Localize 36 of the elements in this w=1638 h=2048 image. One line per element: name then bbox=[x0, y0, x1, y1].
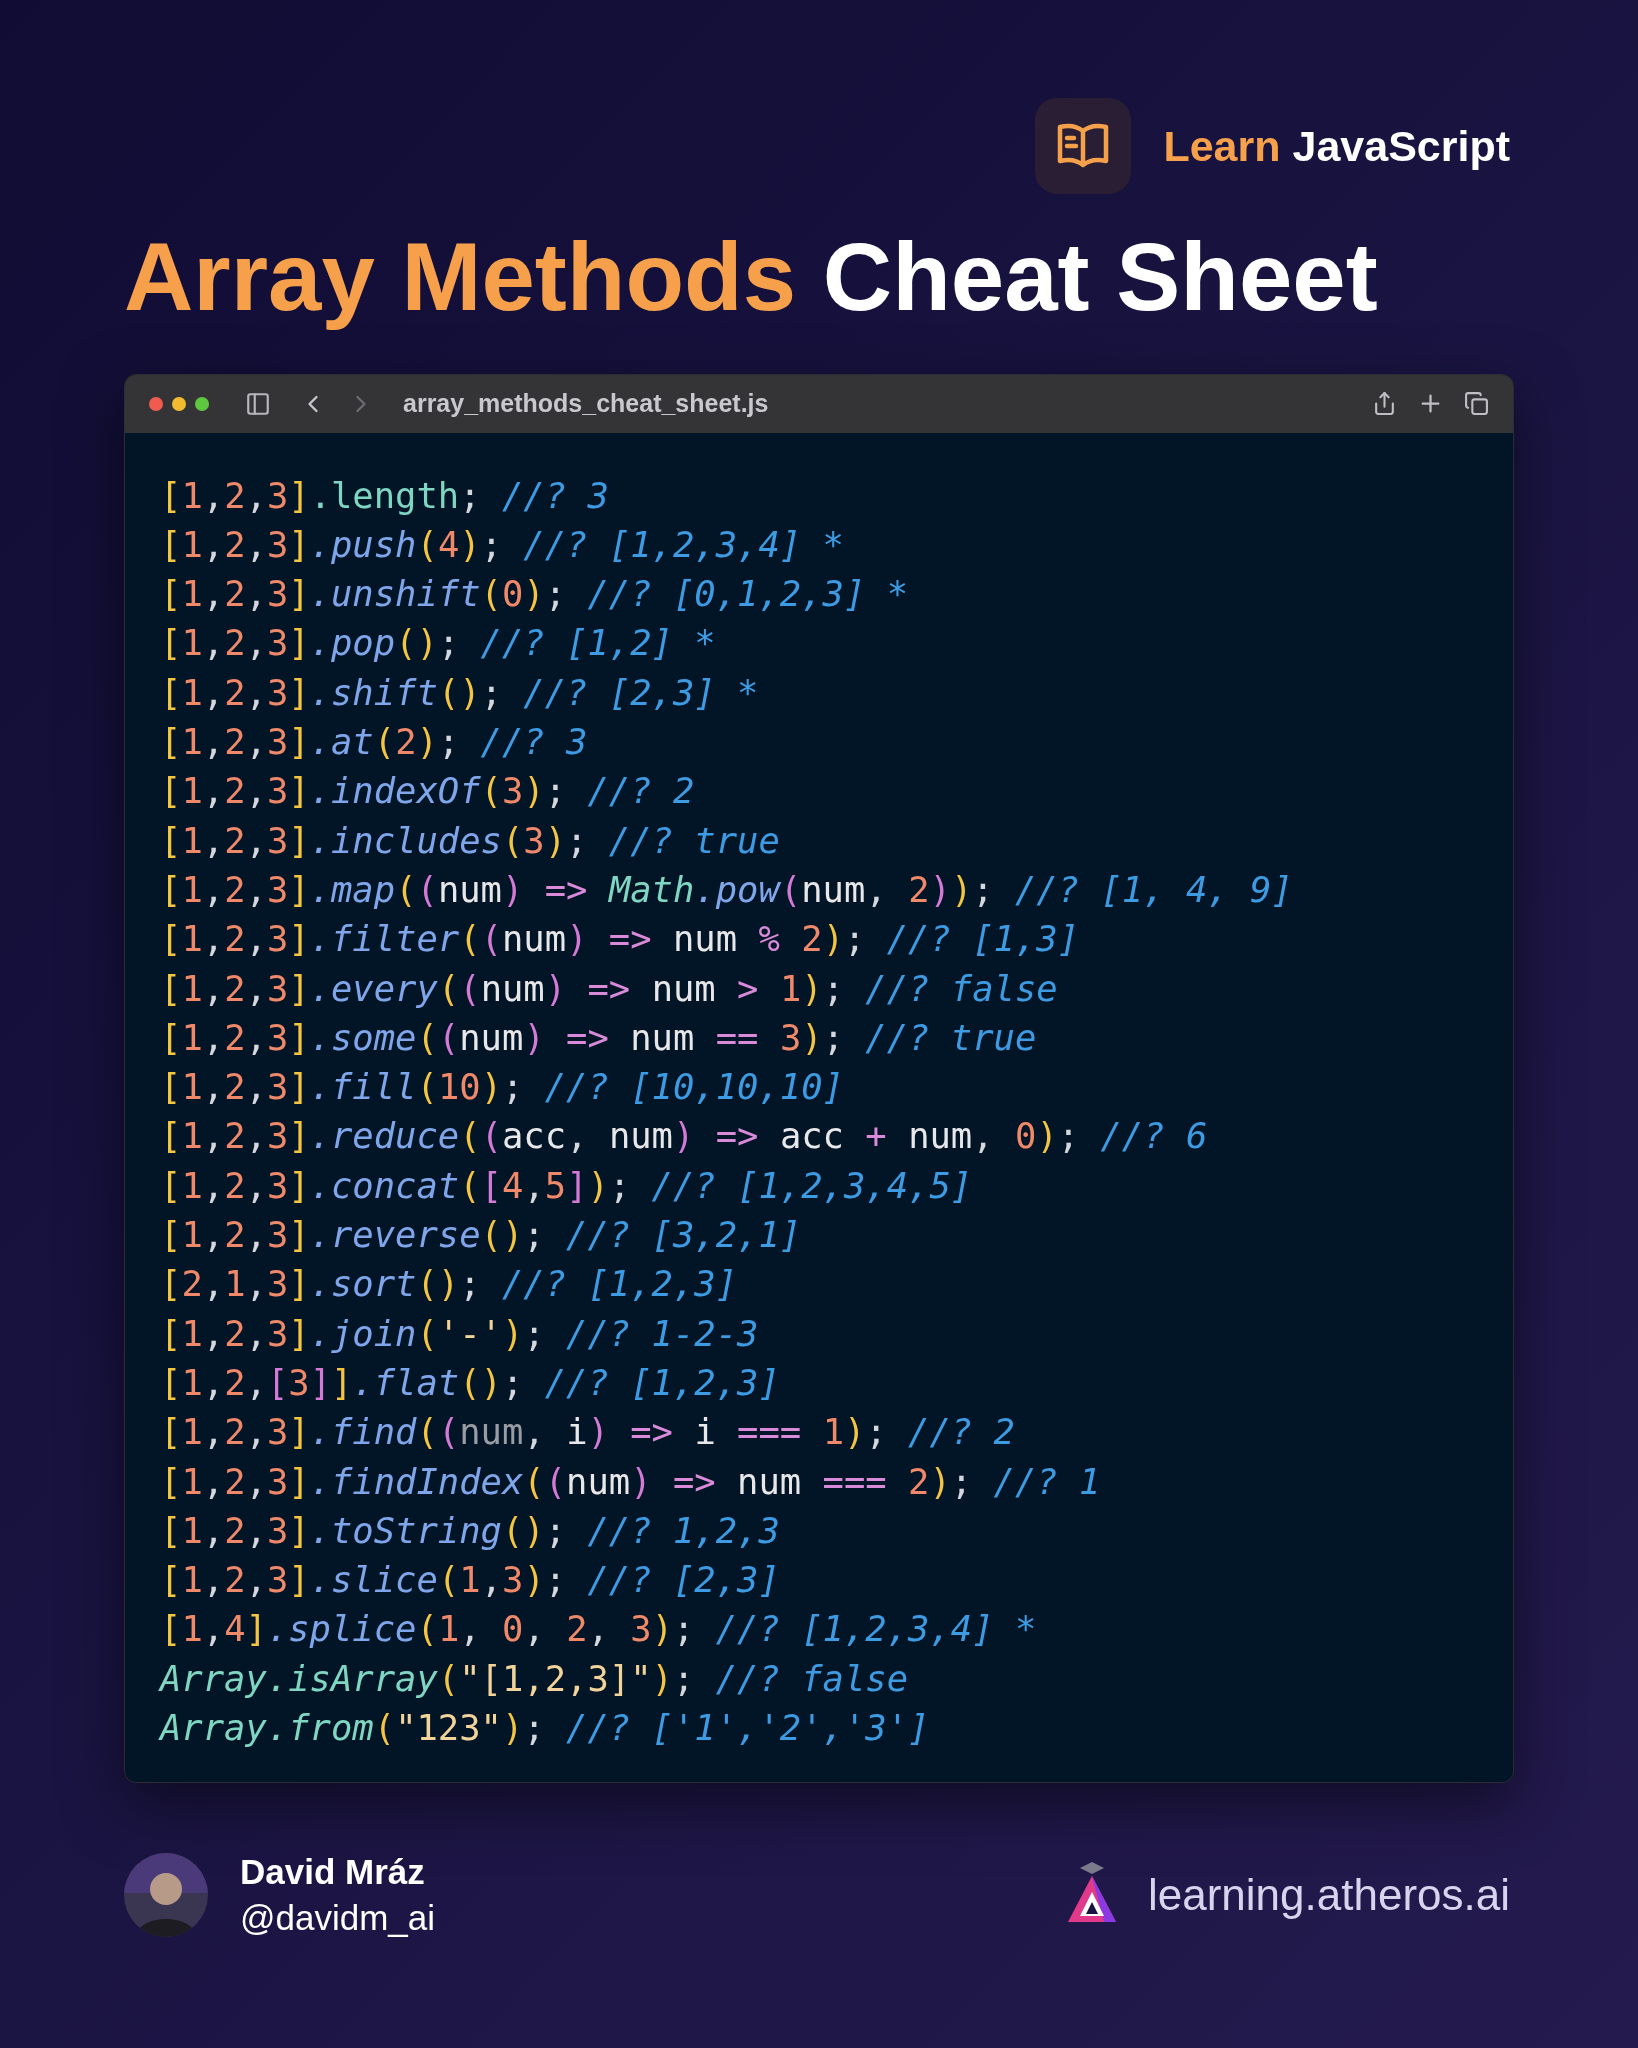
code-line: [1,2,3].push(4); //? [1,2,3,4] * bbox=[160, 522, 845, 567]
code-line: [1,2,3].map((num) => Math.pow(num, 2)); //? [1, 4, 9] bbox=[160, 867, 1294, 912]
book-icon bbox=[1035, 98, 1132, 194]
code-line: [1,2,3].indexOf(3); //? 2 bbox=[160, 769, 696, 814]
code-line: [1,2,3].slice(1,3); //? [2,3] bbox=[160, 1558, 781, 1603]
code-line: [1,2,3].reverse(); //? [3,2,1] bbox=[160, 1213, 803, 1258]
code-line: [1,2,3].fill(10); //? [10,10,10] bbox=[160, 1065, 845, 1110]
code-line: [1,2,3].length; //? 3 bbox=[160, 473, 610, 518]
code-line: [1,2,3].includes(3); //? true bbox=[160, 818, 781, 863]
code-line: [1,2,3].filter((num) => num % 2); //? [1,3] bbox=[160, 917, 1081, 962]
share-icon[interactable] bbox=[1372, 391, 1397, 417]
code-line: [1,2,3].at(2); //? 3 bbox=[160, 720, 589, 765]
code-line: [1,2,3].unshift(0); //? [0,1,2,3] * bbox=[160, 572, 910, 617]
code-line: [1,2,3].every((num) => num > 1); //? false bbox=[160, 966, 1059, 1011]
page-title: Array Methods Cheat Sheet bbox=[124, 224, 1379, 330]
code-line: [1,2,[3]].flat(); //? [1,2,3] bbox=[160, 1360, 781, 1405]
code-line: [1,2,3].some((num) => num == 3); //? true bbox=[160, 1015, 1038, 1060]
code-line: [1,2,3].pop(); //? [1,2] * bbox=[160, 621, 717, 666]
code-line: Array.isArray("[1,2,3]"); //? false bbox=[160, 1656, 910, 1701]
sidebar-icon[interactable] bbox=[245, 390, 271, 417]
code-line: [1,4].splice(1, 0, 2, 3); //? [1,2,3,4] * bbox=[160, 1607, 1038, 1652]
author-handle: @davidm_ai bbox=[240, 1896, 436, 1939]
author-name: David Mráz bbox=[240, 1851, 426, 1894]
site-url[interactable]: learning.atheros.ai bbox=[1148, 1861, 1510, 1928]
code-line: [2,1,3].sort(); //? [1,2,3] bbox=[160, 1262, 739, 1307]
code-line: [1,2,3].concat([4,5]); //? [1,2,3,4,5] bbox=[160, 1163, 974, 1208]
window-title: array_methods_cheat_sheet.js bbox=[403, 387, 769, 419]
code-line: [1,2,3].join('-'); //? 1-2-3 bbox=[160, 1311, 760, 1356]
code-line: [1,2,3].findIndex((num) => num === 2); //? 1 bbox=[160, 1459, 1102, 1504]
code-line: [1,2,3].shift(); //? [2,3] * bbox=[160, 670, 760, 715]
brand-title: Learn JavaScript bbox=[1163, 120, 1510, 172]
code-line: [1,2,3].find((num, i) => i === 1); //? 2 bbox=[160, 1410, 1016, 1455]
code-line: [1,2,3].reduce((acc, num) => acc + num, 0); //? 6 bbox=[160, 1114, 1209, 1159]
code-line: Array.from("123"); //? ['1','2','3'] bbox=[160, 1706, 931, 1750]
tabs-icon[interactable] bbox=[1464, 391, 1489, 417]
code-line: [1,2,3].toString(); //? 1,2,3 bbox=[160, 1508, 781, 1553]
